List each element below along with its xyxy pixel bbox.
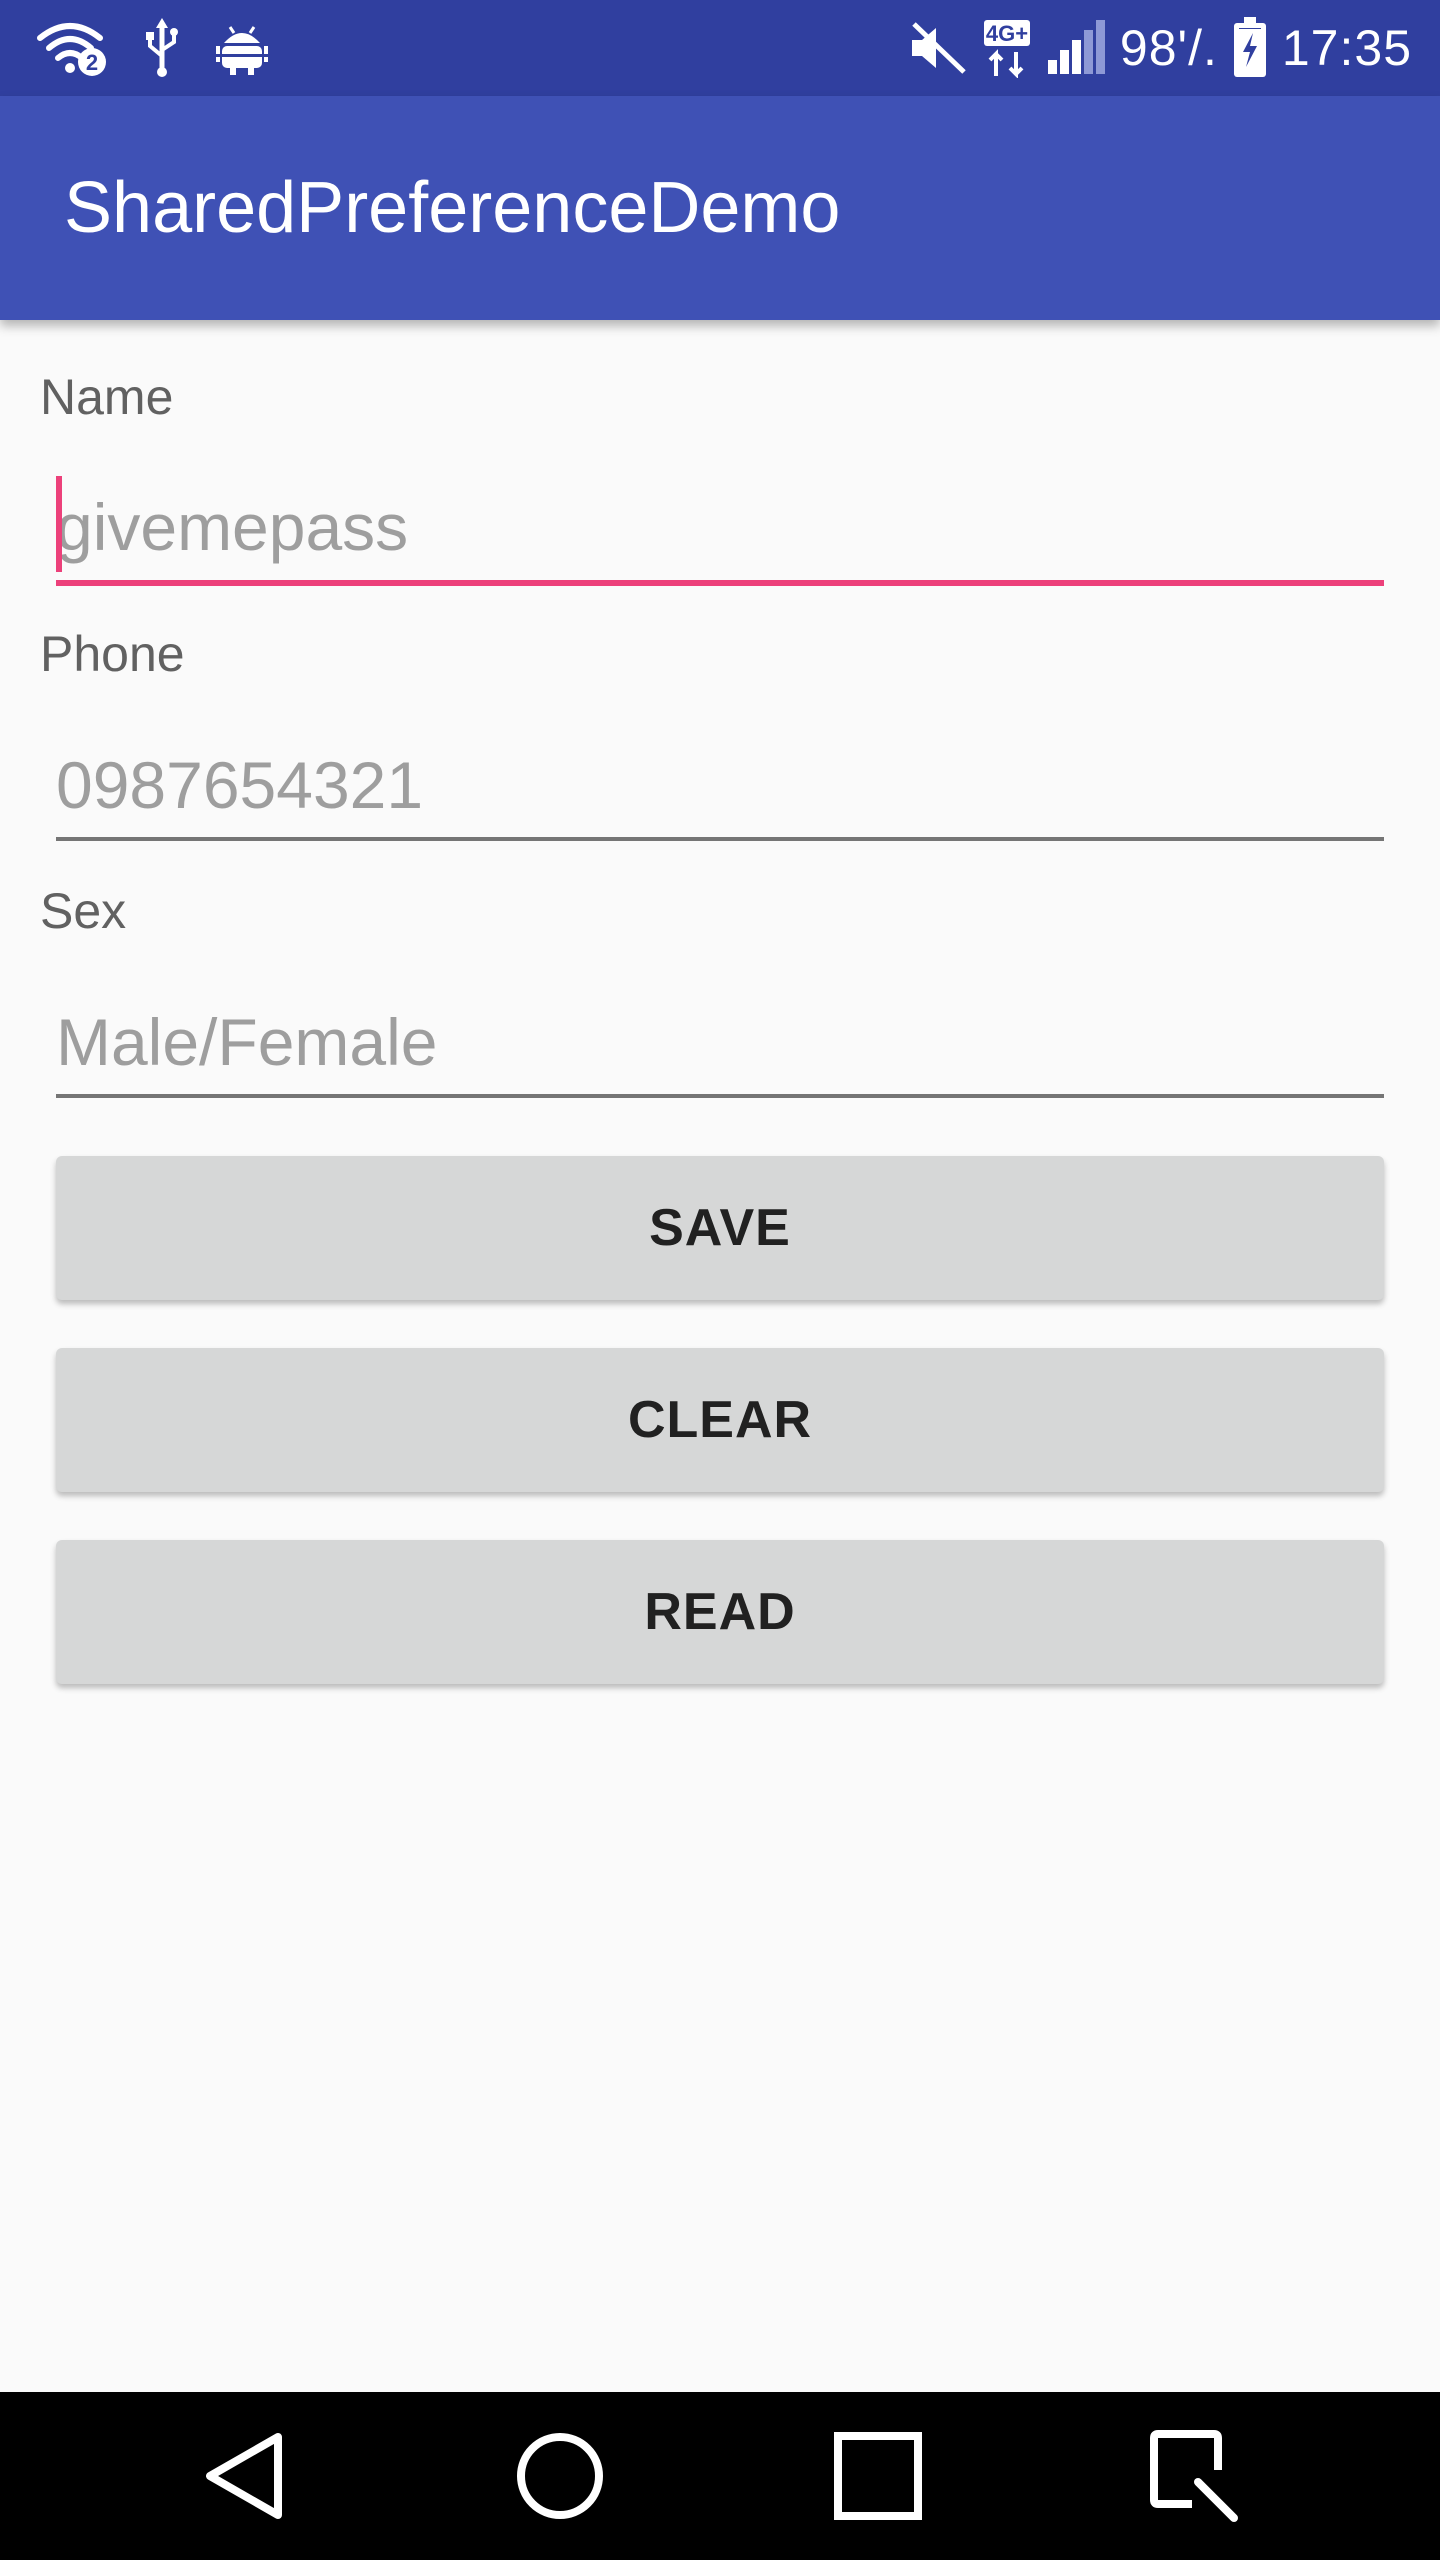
usb-icon: [144, 18, 180, 78]
recents-button[interactable]: [778, 2392, 978, 2560]
app-bar: SharedPreferenceDemo: [0, 96, 1440, 320]
status-bar: 2 4G+ 98'/. 17:35: [0, 0, 1440, 96]
name-input[interactable]: [56, 472, 1384, 582]
clear-button[interactable]: CLEAR: [56, 1348, 1384, 1492]
back-icon: [202, 2431, 286, 2521]
name-label: Name: [40, 369, 174, 425]
back-button[interactable]: [144, 2392, 344, 2560]
save-button[interactable]: SAVE: [56, 1156, 1384, 1300]
status-bar-right: 4G+ 98'/. 17:35: [908, 14, 1412, 82]
phone-label: Phone: [40, 626, 185, 682]
mute-icon: [908, 20, 968, 76]
phone-input[interactable]: [56, 730, 1384, 840]
phone-input-underline: [56, 837, 1384, 841]
wifi-icon: 2: [36, 20, 108, 76]
network-label: 4G+: [986, 21, 1028, 46]
navigation-bar: [0, 2392, 1440, 2560]
recents-icon: [833, 2431, 923, 2521]
network-4g-icon: 4G+: [982, 18, 1032, 78]
app-title: SharedPreferenceDemo: [64, 168, 841, 248]
status-bar-left: 2: [36, 14, 268, 82]
name-input-underline: [56, 580, 1384, 586]
text-cursor: [56, 476, 62, 572]
android-debug-icon: [216, 21, 268, 75]
sex-label: Sex: [40, 883, 127, 939]
home-button[interactable]: [460, 2392, 660, 2560]
signal-icon: [1046, 20, 1106, 76]
quick-action-button[interactable]: [1094, 2392, 1294, 2560]
sex-input[interactable]: [56, 987, 1384, 1097]
battery-charging-icon: [1232, 17, 1268, 79]
sex-input-underline: [56, 1094, 1384, 1098]
quick-action-icon: [1148, 2430, 1240, 2522]
screen: 2 4G+ 98'/. 17:35 SharedPreferenceDemo N…: [0, 0, 1440, 2560]
home-icon: [515, 2431, 605, 2521]
wifi-badge: 2: [86, 50, 98, 75]
clock: 17:35: [1281, 20, 1412, 76]
battery-percent: 98'/.: [1119, 20, 1218, 76]
read-button[interactable]: READ: [56, 1540, 1384, 1684]
